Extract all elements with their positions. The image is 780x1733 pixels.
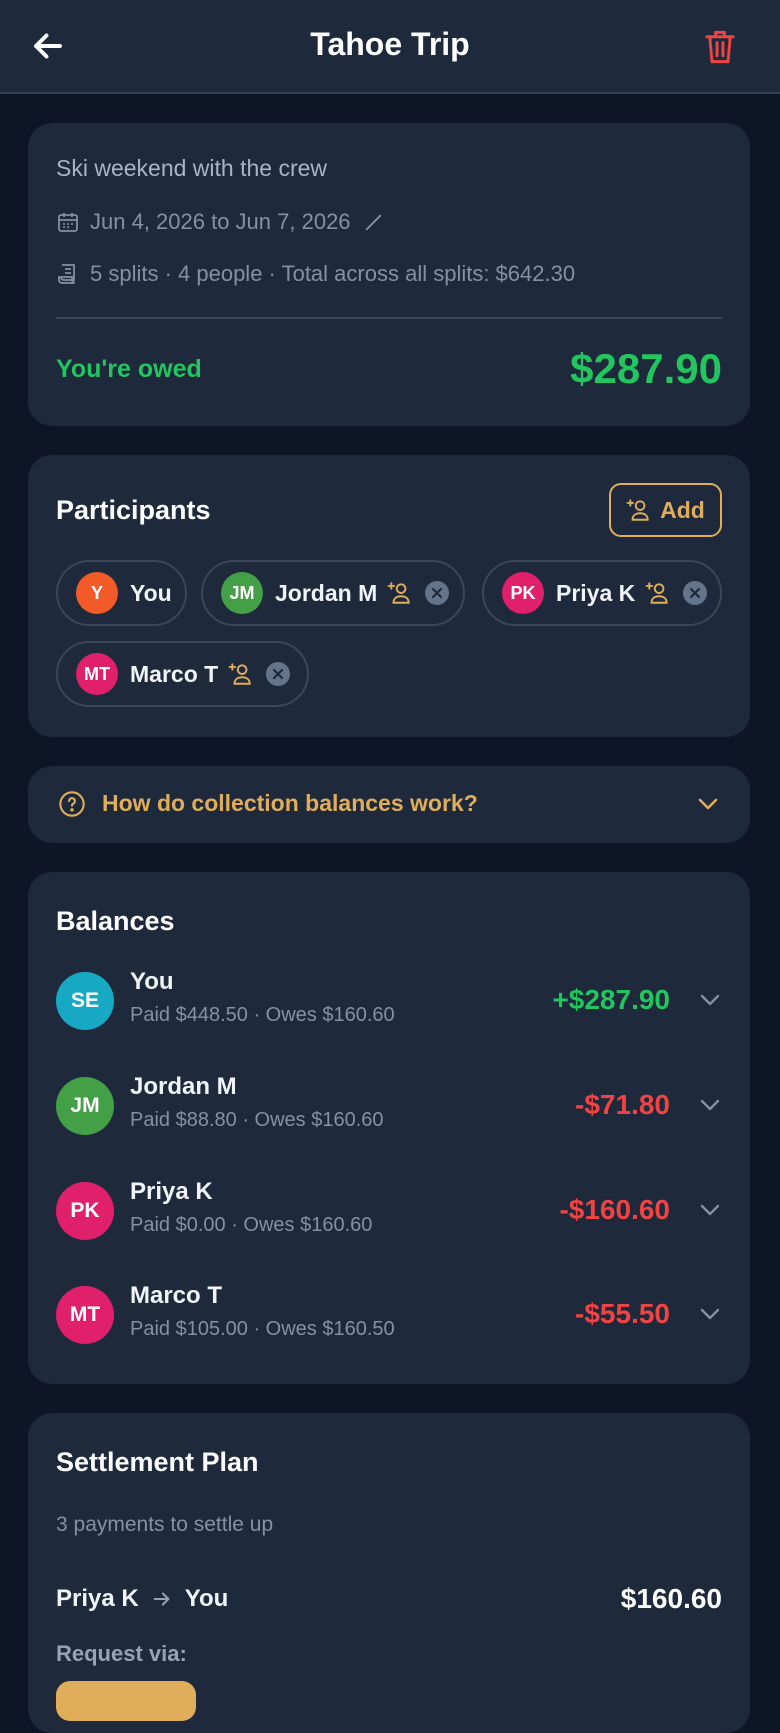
participant-chip-priya[interactable]: PK Priya K xyxy=(482,560,722,626)
balance-detail: Paid $448.50 · Owes $160.60 xyxy=(130,1004,395,1026)
request-method-button[interactable] xyxy=(56,1681,196,1721)
balance-detail: Paid $105.00 · Owes $160.50 xyxy=(130,1318,395,1340)
receipt-icon xyxy=(58,264,76,284)
payment-row: Priya K You xyxy=(56,1585,228,1613)
pencil-icon[interactable] xyxy=(363,211,385,233)
trip-stats: 5 splits · 4 people · Total across all s… xyxy=(90,261,576,286)
balance-name: Priya K xyxy=(130,1178,213,1205)
request-via-label: Request via: xyxy=(56,1641,187,1666)
participant-name: Jordan M xyxy=(275,579,378,606)
avatar: Y xyxy=(76,572,118,614)
balance-amount: +$287.90 xyxy=(552,984,670,1015)
avatar: PK xyxy=(502,572,544,614)
avatar: MT xyxy=(56,1286,114,1344)
balance-detail: Paid $0.00 · Owes $160.60 xyxy=(130,1214,373,1236)
page-title: Tahoe Trip xyxy=(310,26,470,62)
arrow-right-icon xyxy=(153,1592,170,1606)
avatar: SE xyxy=(56,972,114,1030)
trip-summary-card: Ski weekend with the crew Jun 4, 2026 to… xyxy=(28,123,750,426)
settlement-card: Settlement Plan 3 payments to settle up … xyxy=(28,1413,750,1733)
avatar: MT xyxy=(76,653,118,695)
balances-title: Balances xyxy=(56,906,175,936)
add-participant-label: Add xyxy=(660,496,705,523)
participant-chip-jordan[interactable]: JM Jordan M xyxy=(201,560,465,626)
help-circle-icon xyxy=(59,791,85,817)
participant-chip-marco[interactable]: MT Marco T xyxy=(56,641,309,707)
balance-amount: -$160.60 xyxy=(559,1194,670,1225)
trip-description: Ski weekend with the crew xyxy=(56,155,328,181)
chevron-down-icon xyxy=(698,798,718,810)
trash-icon[interactable] xyxy=(702,28,738,66)
app-header: Tahoe Trip xyxy=(0,0,780,94)
settlement-title: Settlement Plan xyxy=(56,1447,259,1477)
participants-title: Participants xyxy=(56,495,211,525)
balance-amount: -$71.80 xyxy=(575,1089,670,1120)
balance-row[interactable]: PK Priya K Paid $0.00 · Owes $160.60 -$1… xyxy=(56,1178,722,1242)
payer-name: Priya K xyxy=(56,1585,139,1612)
balances-card: Balances SE You Paid $448.50 · Owes $160… xyxy=(28,872,750,1384)
add-participant-button[interactable]: Add xyxy=(609,483,722,537)
close-icon xyxy=(273,668,284,680)
participant-name: You xyxy=(130,579,172,606)
balance-detail: Paid $88.80 · Owes $160.60 xyxy=(130,1109,384,1131)
balance-amount: -$55.50 xyxy=(575,1298,670,1329)
add-person-icon[interactable] xyxy=(228,661,254,687)
payment-amount: $160.60 xyxy=(620,1583,722,1614)
remove-participant-button[interactable] xyxy=(425,581,450,605)
payee-name: You xyxy=(184,1585,229,1612)
chevron-down-icon[interactable] xyxy=(698,1200,722,1220)
chevron-down-icon[interactable] xyxy=(698,1095,722,1115)
settlement-subtitle: 3 payments to settle up xyxy=(56,1513,274,1536)
date-range: Jun 4, 2026 to Jun 7, 2026 xyxy=(90,209,351,234)
avatar: JM xyxy=(56,1077,114,1135)
owed-label: You're owed xyxy=(56,355,202,383)
calendar-icon xyxy=(58,213,78,232)
balance-row[interactable]: MT Marco T Paid $105.00 · Owes $160.50 -… xyxy=(56,1282,722,1346)
help-accordion[interactable]: How do collection balances work? xyxy=(28,766,750,843)
date-range-row: Jun 4, 2026 to Jun 7, 2026 xyxy=(56,209,395,235)
remove-participant-button[interactable] xyxy=(683,581,708,605)
chevron-down-icon[interactable] xyxy=(698,1304,722,1324)
owed-amount: $287.90 xyxy=(570,345,722,392)
balance-name: Marco T xyxy=(130,1282,223,1309)
add-person-icon[interactable] xyxy=(645,580,671,606)
close-icon xyxy=(432,587,443,599)
participant-name: Marco T xyxy=(130,660,219,687)
avatar: JM xyxy=(221,572,263,614)
close-icon xyxy=(690,587,701,599)
participants-card: Participants Add Y You JM Jordan M PK Pr… xyxy=(28,455,750,737)
balance-row[interactable]: SE You Paid $448.50 · Owes $160.60 +$287… xyxy=(56,968,722,1032)
balance-name: Jordan M xyxy=(130,1073,237,1100)
stats-row: 5 splits · 4 people · Total across all s… xyxy=(56,261,575,287)
add-person-icon[interactable] xyxy=(387,580,413,606)
avatar: PK xyxy=(56,1182,114,1240)
chevron-down-icon[interactable] xyxy=(698,990,722,1010)
help-label: How do collection balances work? xyxy=(102,790,478,816)
participant-chip-you[interactable]: Y You xyxy=(56,560,187,626)
balance-row[interactable]: JM Jordan M Paid $88.80 · Owes $160.60 -… xyxy=(56,1073,722,1137)
divider xyxy=(56,317,722,319)
remove-participant-button[interactable] xyxy=(266,662,291,686)
add-person-icon xyxy=(626,499,649,521)
balance-name: You xyxy=(130,968,174,995)
participant-name: Priya K xyxy=(556,579,636,606)
